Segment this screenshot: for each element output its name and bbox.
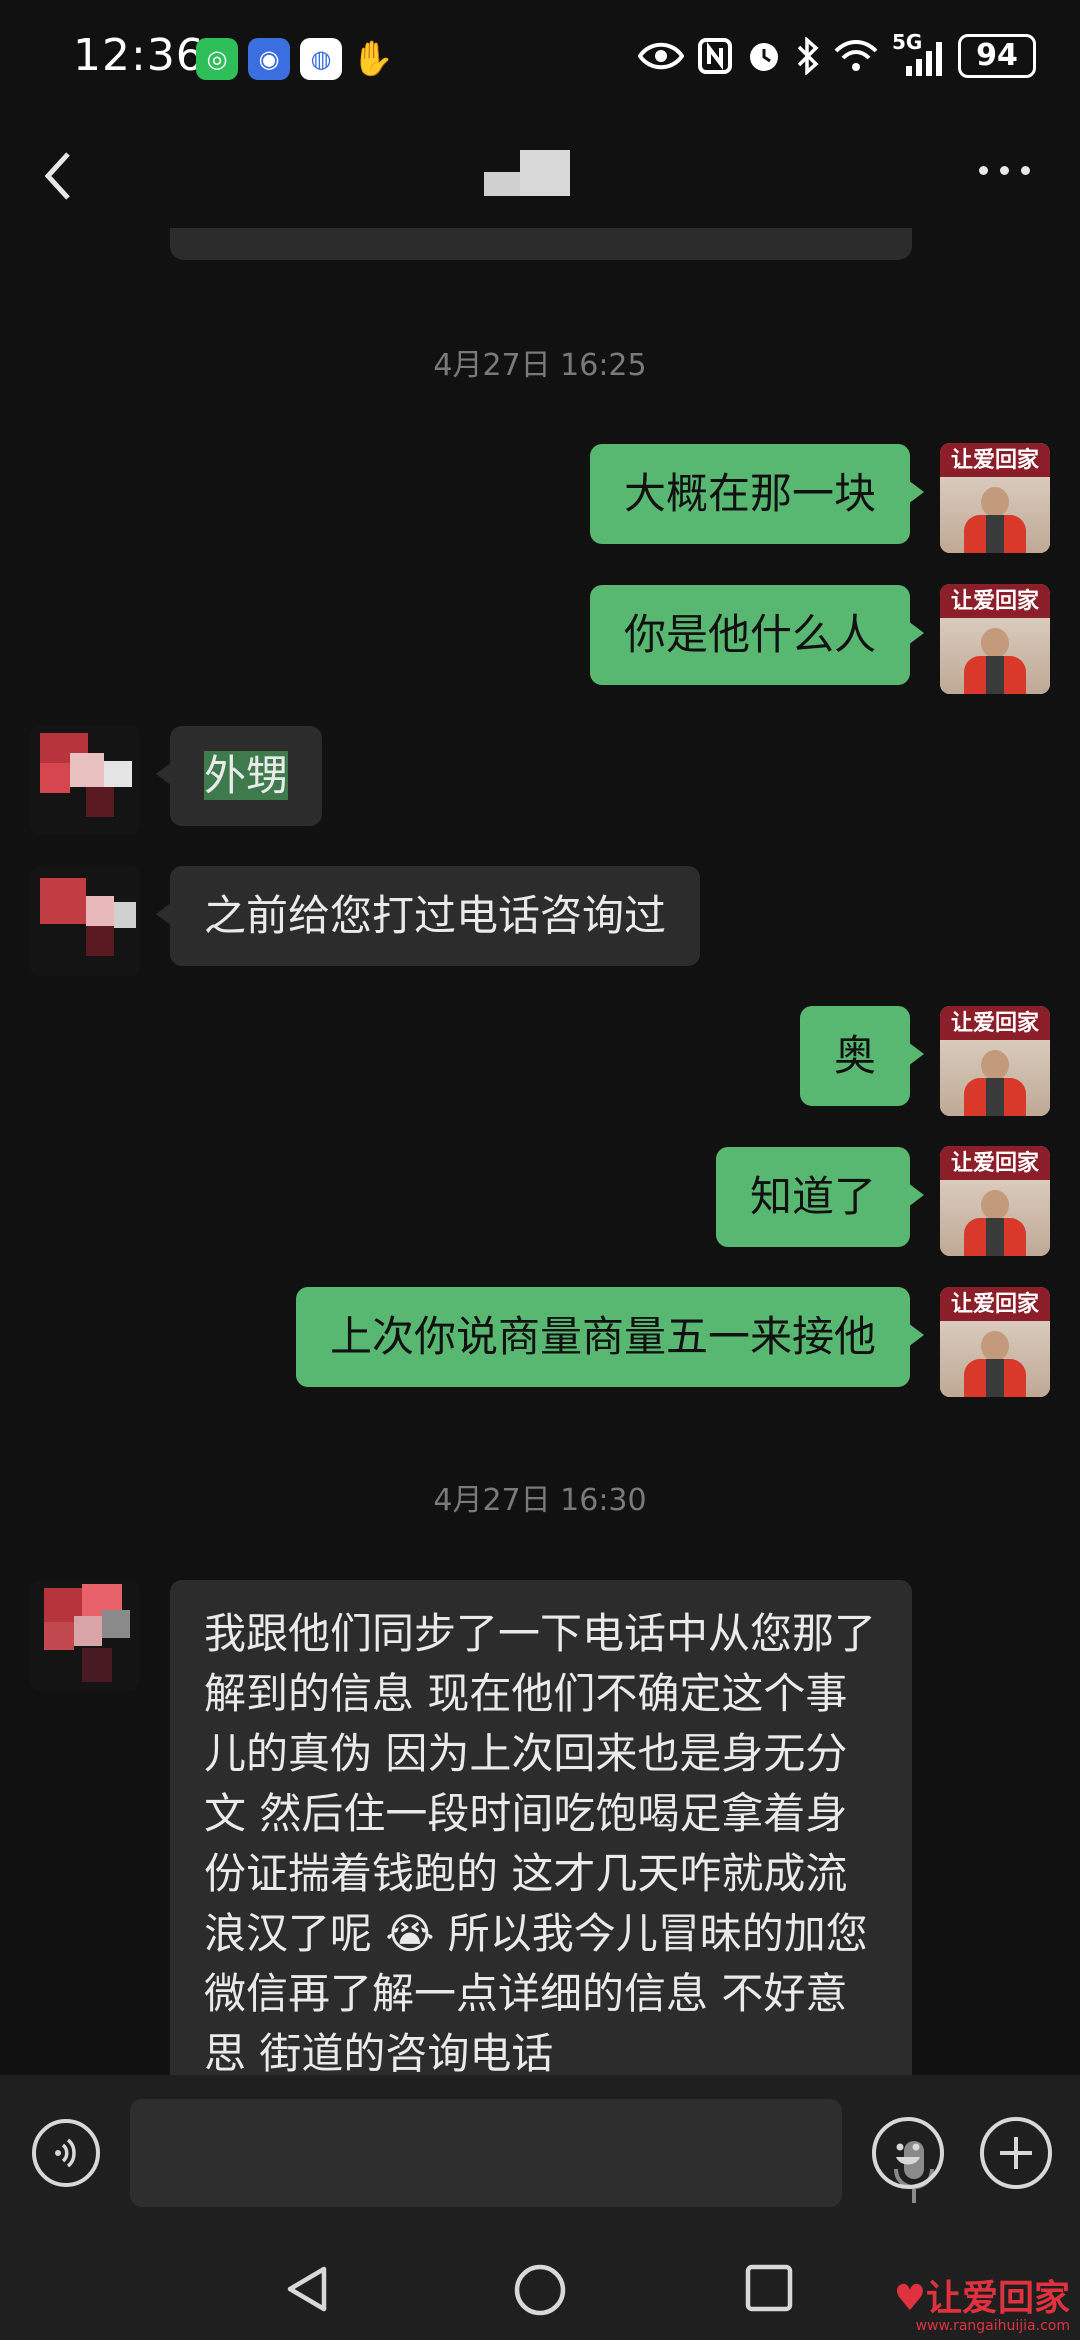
message-outgoing[interactable]: 上次你说商量商量五一来接他 [295, 1287, 925, 1387]
emoji-icon[interactable] [872, 2117, 944, 2189]
avatar-self[interactable]: 让爱回家 [940, 443, 1050, 553]
highlighted-text: 外甥 [204, 751, 289, 800]
chat-header [0, 120, 1080, 230]
hand-icon: ✋ [351, 39, 395, 79]
avatar-contact[interactable] [30, 1580, 140, 1690]
message-input[interactable] [130, 2099, 934, 2207]
nav-home-icon[interactable] [513, 2263, 567, 2317]
app-blue-icon: ◉ [248, 38, 290, 80]
timestamp: 4月27日 16:25 [433, 348, 647, 383]
timestamp: 4月27日 16:30 [433, 1483, 647, 1518]
status-app-icons: ◎ ◉ ◍ ✋ [196, 38, 394, 80]
avatar-banner-text: 让爱回家 [940, 1006, 1050, 1040]
app-green-icon: ◎ [196, 38, 238, 80]
message-incoming-long[interactable]: 我跟他们同步了一下电话中从您那了解到的信息 现在他们不确定这个事儿的真伪 因为上… [170, 1580, 912, 2120]
message-incoming[interactable]: 之前给您打过电话咨询过 [155, 866, 701, 966]
message-outgoing[interactable]: 奥 [799, 1006, 925, 1106]
system-nav-bar: ♥让爱回家 www.rangaihuijia.com [0, 2235, 1080, 2340]
avatar-banner-text: 让爱回家 [940, 1287, 1050, 1321]
alarm-icon [750, 43, 778, 71]
nav-back-icon[interactable] [282, 2263, 332, 2315]
nav-recents-icon[interactable] [744, 2263, 794, 2313]
avatar-self[interactable]: 让爱回家 [940, 1287, 1050, 1397]
more-dots-icon[interactable] [979, 166, 1030, 175]
battery-level: 94 [958, 34, 1036, 78]
avatar-self[interactable]: 让爱回家 [940, 1006, 1050, 1116]
avatar-self[interactable]: 让爱回家 [940, 584, 1050, 694]
eye-icon [638, 42, 684, 70]
heart-icon: ♥ [893, 2277, 926, 2319]
bluetooth-icon [797, 37, 819, 75]
input-bar [0, 2075, 1080, 2235]
watermark-text: 让爱回家 [925, 2277, 1070, 2319]
avatar-banner-text: 让爱回家 [940, 443, 1050, 477]
status-bar: 12:36 ◎ ◉ ◍ ✋ 5G 94 [0, 0, 1080, 120]
avatar-contact[interactable] [30, 725, 140, 835]
message-outgoing[interactable]: 知道了 [715, 1147, 925, 1247]
wifi-icon [834, 40, 878, 71]
nfc-icon [698, 38, 732, 74]
watermark-logo: ♥让爱回家 www.rangaihuijia.com [894, 2278, 1070, 2334]
avatar-self[interactable]: 让爱回家 [940, 1146, 1050, 1256]
message-outgoing[interactable]: 你是他什么人 [589, 585, 925, 685]
avatar-banner-text: 让爱回家 [940, 1146, 1050, 1180]
avatar-banner-text: 让爱回家 [940, 584, 1050, 618]
previous-message-bubble [170, 228, 912, 260]
status-time: 12:36 [73, 30, 205, 81]
status-indicators: 5G 94 [638, 30, 1036, 78]
chevron-left-icon[interactable] [38, 146, 78, 206]
plus-icon[interactable] [980, 2117, 1052, 2189]
voice-mode-icon[interactable] [32, 2119, 100, 2187]
message-incoming[interactable]: 外甥 [155, 726, 323, 826]
watermark-url: www.rangaihuijia.com [915, 2318, 1070, 2334]
app-map-icon: ◍ [300, 38, 342, 80]
avatar-contact[interactable] [30, 866, 140, 976]
signal-icon: 5G [892, 30, 944, 76]
message-outgoing[interactable]: 大概在那一块 [589, 444, 925, 544]
contact-name-redacted [484, 150, 570, 196]
